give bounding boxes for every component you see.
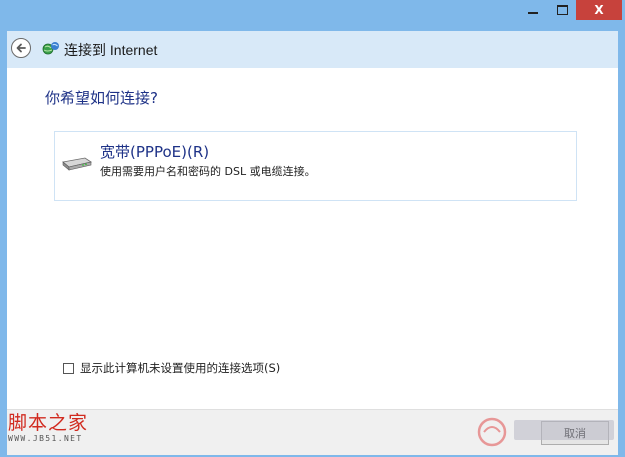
minimize-button[interactable] bbox=[518, 0, 548, 20]
checkbox-box[interactable] bbox=[63, 362, 74, 374]
close-button[interactable]: X bbox=[576, 0, 622, 20]
show-unconfigured-options-checkbox[interactable]: 显示此计算机未设置使用的连接选项(S) bbox=[63, 360, 280, 376]
network-globe-icon bbox=[42, 42, 59, 55]
window-title: 连接到 Internet bbox=[64, 42, 158, 58]
back-arrow-icon bbox=[16, 43, 26, 53]
watermark-title: 脚本之家 bbox=[8, 412, 89, 434]
wizard-header: 连接到 Internet bbox=[7, 31, 618, 68]
watermark-logo: 脚本之家 WWW.JB51.NET bbox=[8, 414, 88, 443]
option-description: 使用需要用户名和密码的 DSL 或电缆连接。 bbox=[100, 165, 316, 178]
window-client-area: 连接到 Internet 你希望如何连接? 宽带(PPPoE)(R) 使用需要用… bbox=[7, 31, 618, 455]
broadband-pppoe-option[interactable]: 宽带(PPPoE)(R) 使用需要用户名和密码的 DSL 或电缆连接。 bbox=[54, 131, 577, 201]
connection-question: 你希望如何连接? bbox=[45, 89, 158, 107]
close-icon: X bbox=[594, 3, 604, 17]
watermark-url: WWW.JB51.NET bbox=[8, 434, 83, 443]
minimize-icon bbox=[528, 12, 538, 14]
title-bar: X bbox=[0, 0, 625, 24]
window-frame: X 连接到 Internet 你希望如何连接? 宽带(PPPoE)(R) 使用需… bbox=[0, 0, 625, 457]
watermark-emblem-icon bbox=[477, 417, 614, 447]
wizard-content: 你希望如何连接? 宽带(PPPoE)(R) 使用需要用户名和密码的 DSL 或电… bbox=[7, 68, 618, 408]
option-title: 宽带(PPPoE)(R) bbox=[100, 143, 210, 161]
back-button[interactable] bbox=[11, 38, 31, 58]
checkbox-label: 显示此计算机未设置使用的连接选项(S) bbox=[80, 361, 281, 375]
maximize-icon bbox=[556, 5, 568, 15]
modem-icon bbox=[62, 157, 92, 171]
maximize-button[interactable] bbox=[548, 0, 576, 20]
